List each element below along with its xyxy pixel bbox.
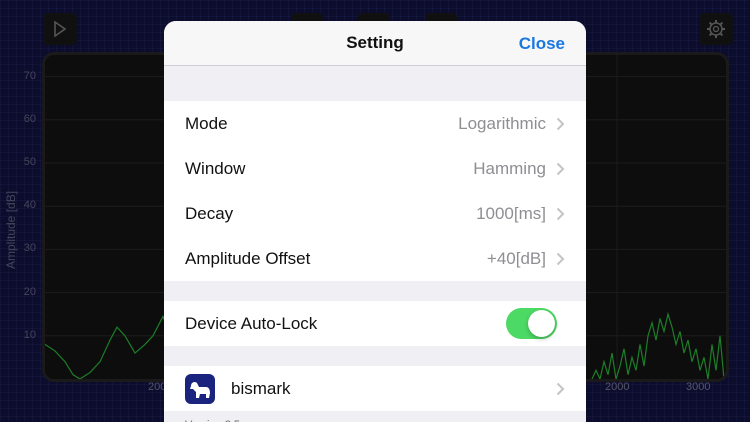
chevron-right-icon (556, 117, 565, 130)
setting-label: Amplitude Offset (185, 248, 311, 268)
setting-value: +40[dB] (486, 248, 546, 268)
setting-row-mode[interactable]: Mode Logarithmic (164, 101, 586, 146)
app-group: bismark (164, 366, 586, 411)
settings-group: Mode Logarithmic Window Hamming Decay 10… (164, 101, 586, 281)
chevron-right-icon (556, 382, 565, 395)
version-text: Version 2.5 (164, 411, 586, 422)
setting-value: Hamming (473, 158, 546, 178)
setting-row-decay[interactable]: Decay 1000[ms] (164, 191, 586, 236)
modal-title: Setting (346, 33, 404, 52)
modal-header: Setting Close (164, 21, 586, 66)
chevron-right-icon (556, 252, 565, 265)
toggle-knob (528, 310, 555, 337)
setting-label: Window (185, 158, 246, 178)
app-name: bismark (231, 378, 291, 398)
setting-value: Logarithmic (458, 113, 546, 133)
dog-icon (185, 373, 215, 404)
setting-label: Decay (185, 203, 234, 223)
setting-row-amplitude-offset[interactable]: Amplitude Offset +40[dB] (164, 236, 586, 281)
setting-row-window[interactable]: Window Hamming (164, 146, 586, 191)
chevron-right-icon (556, 162, 565, 175)
autolock-group: Device Auto-Lock (164, 301, 586, 346)
settings-modal: Setting Close Mode Logarithmic Window Ha… (164, 21, 586, 422)
close-button[interactable]: Close (519, 34, 565, 54)
setting-label: Mode (185, 113, 228, 133)
setting-value: 1000[ms] (476, 203, 546, 223)
app-row[interactable]: bismark (164, 366, 586, 411)
setting-label: Device Auto-Lock (185, 313, 318, 333)
setting-row-autolock: Device Auto-Lock (164, 301, 586, 346)
chevron-right-icon (556, 207, 565, 220)
autolock-toggle[interactable] (506, 308, 557, 339)
